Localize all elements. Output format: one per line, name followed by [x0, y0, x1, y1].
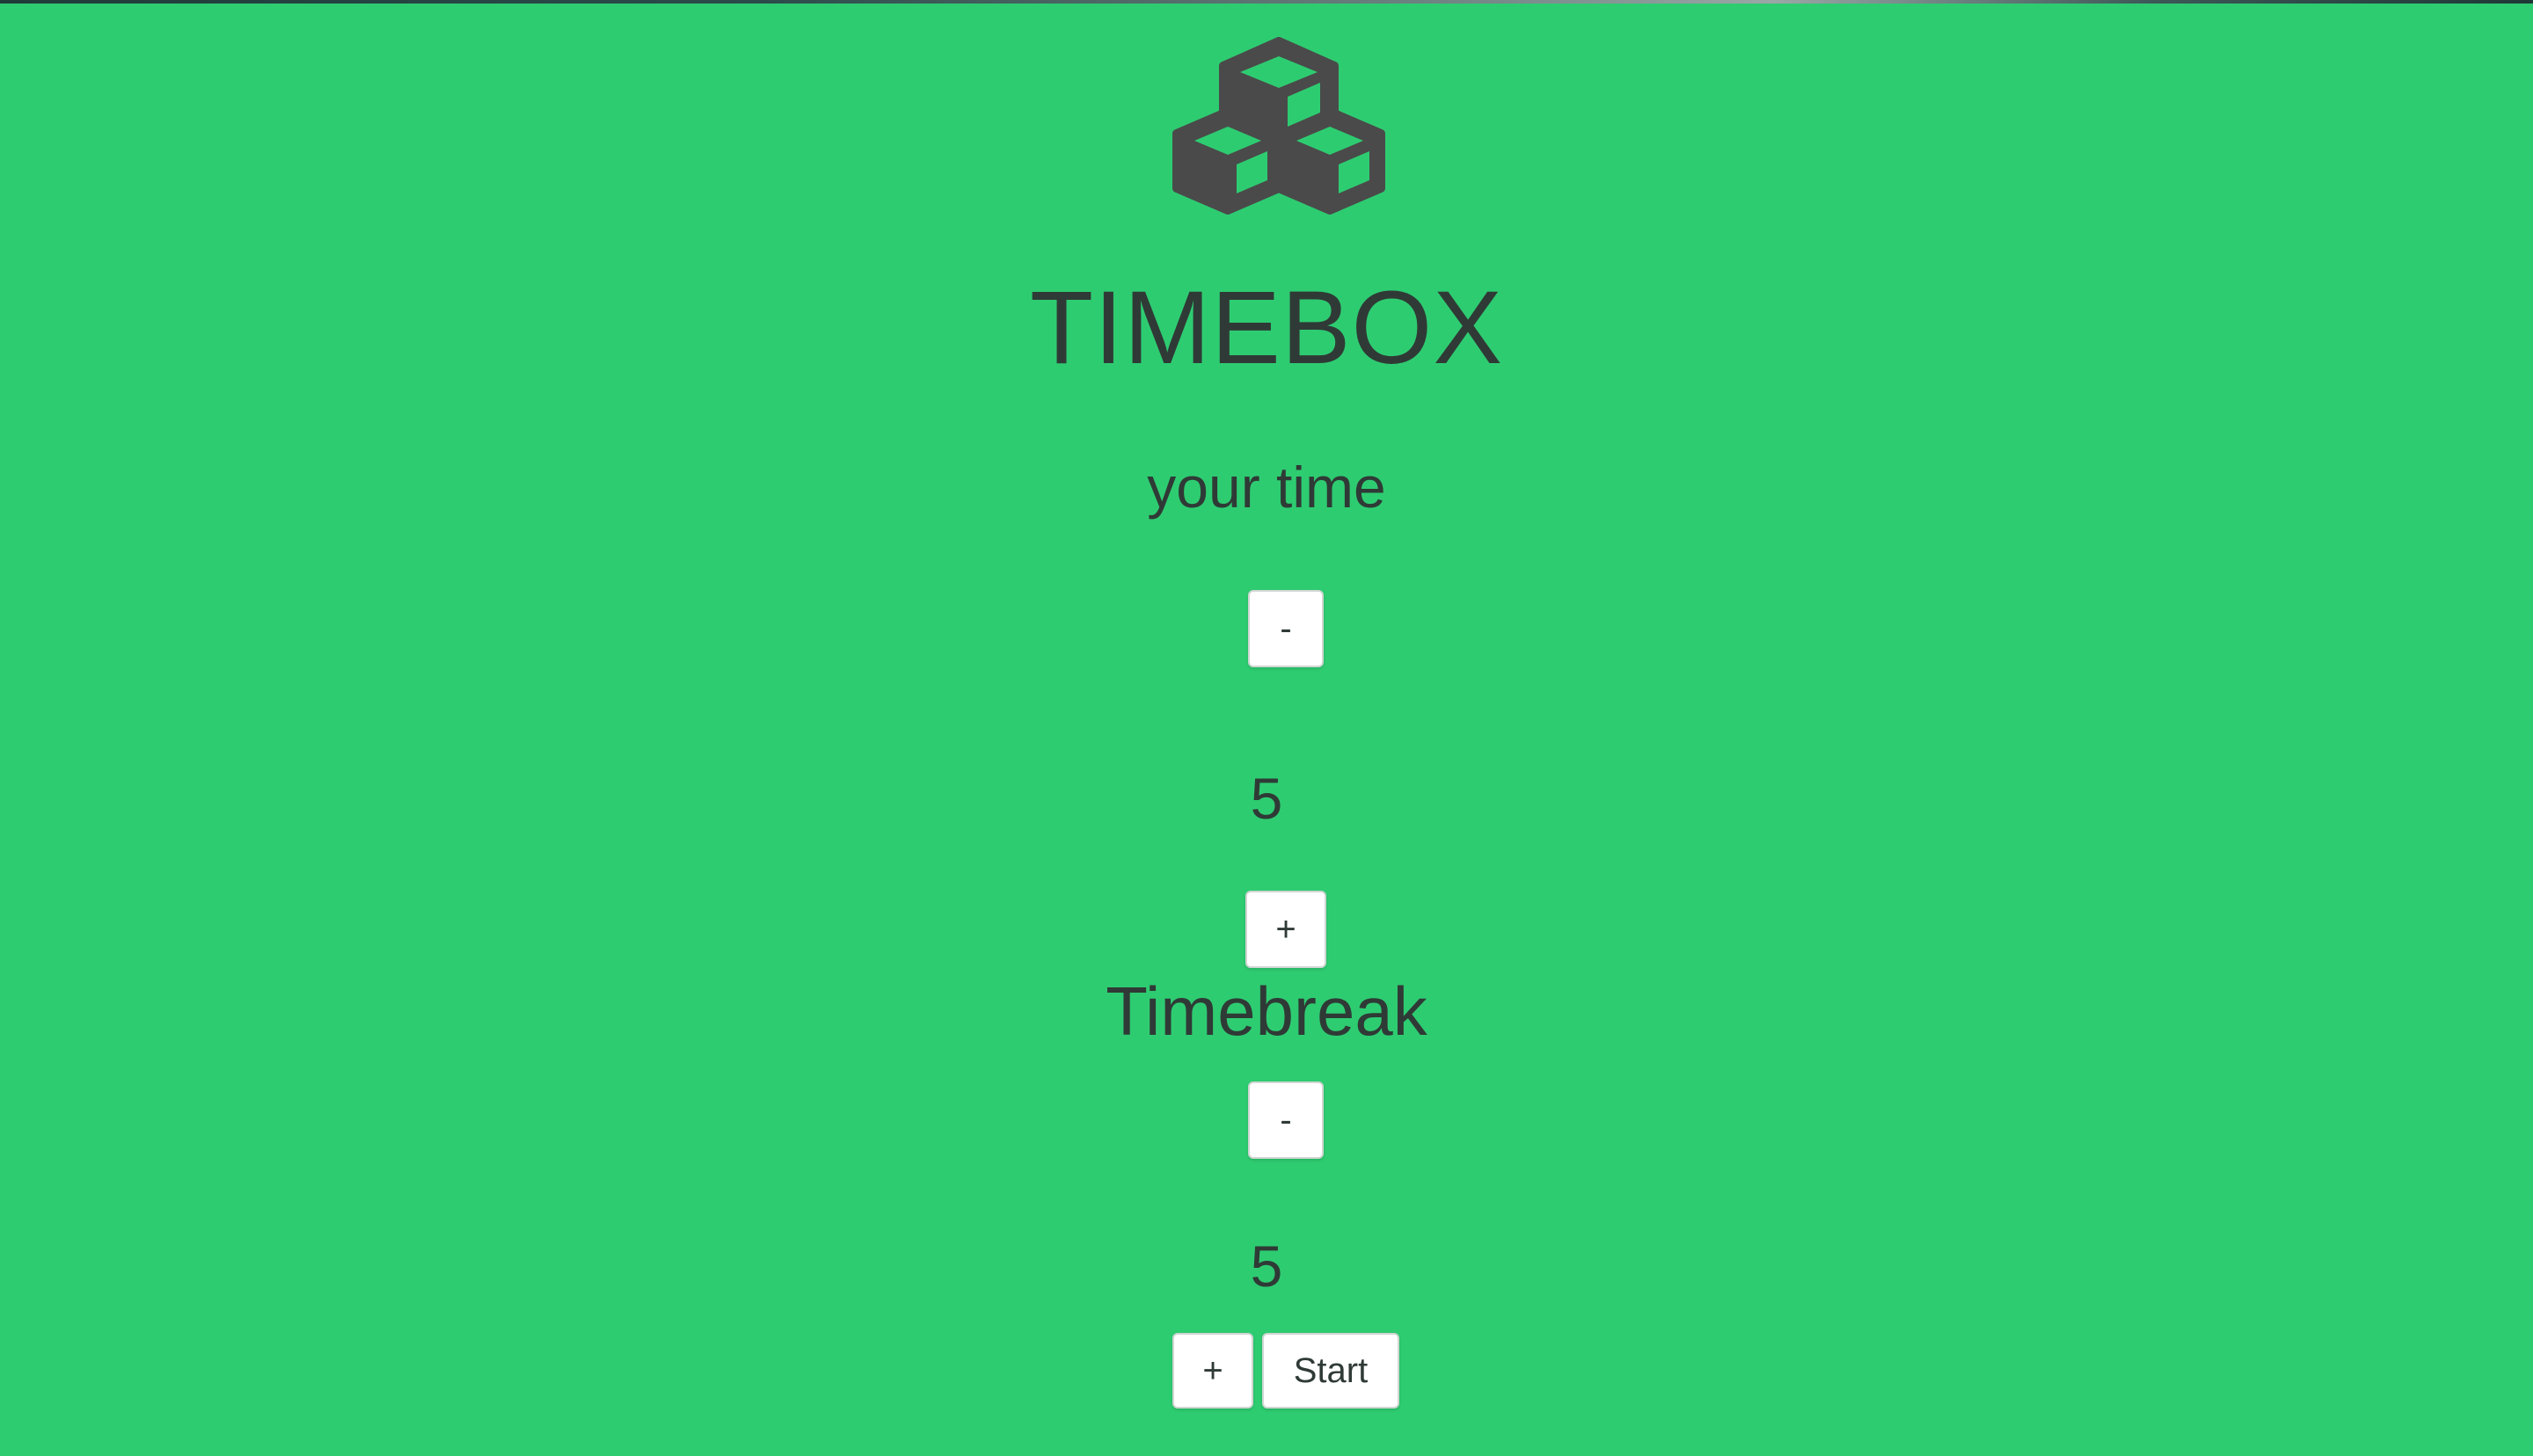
top-strip: [0, 0, 2533, 4]
work-time-value: 5: [1250, 766, 1283, 831]
break-decrement-button[interactable]: -: [1248, 1081, 1324, 1159]
work-increment-button[interactable]: +: [1245, 891, 1326, 968]
work-time-label: your time: [1147, 455, 1386, 520]
break-time-value: 5: [1250, 1234, 1283, 1299]
break-time-label: Timebreak: [1106, 972, 1427, 1050]
app-title: TIMEBOX: [1029, 270, 1504, 386]
work-decrement-button[interactable]: -: [1248, 590, 1324, 667]
timebox-page: TIMEBOX your time - 5 + Timebreak - 5 + …: [0, 0, 2533, 1456]
start-button[interactable]: Start: [1262, 1333, 1399, 1409]
cubes-icon: [1172, 37, 1385, 215]
break-increment-button[interactable]: +: [1172, 1333, 1253, 1409]
